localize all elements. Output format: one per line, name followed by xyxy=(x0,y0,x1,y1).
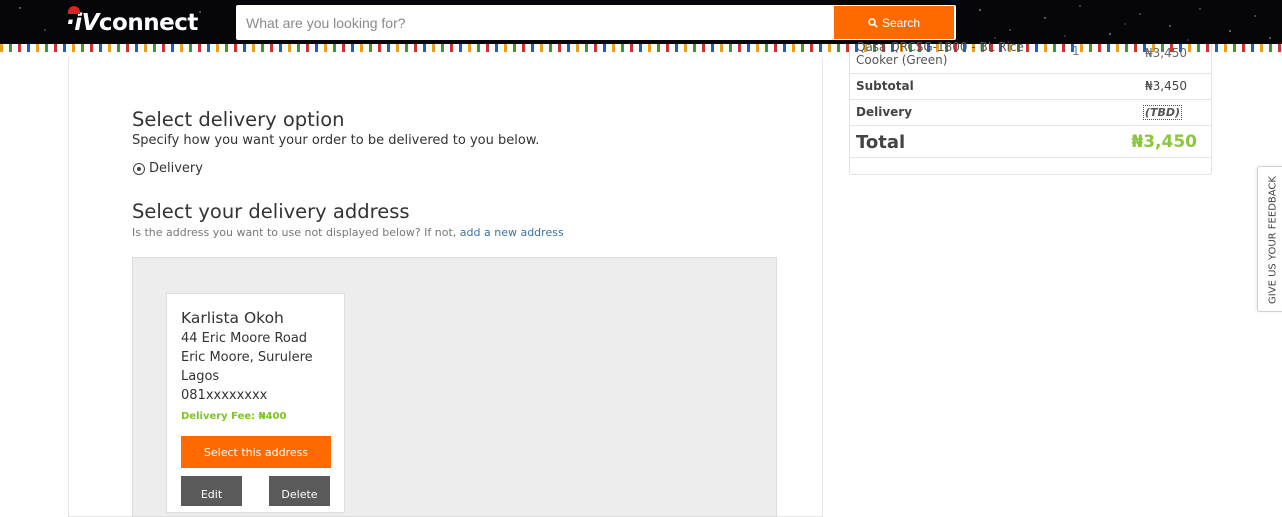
add-address-link[interactable]: add a new address xyxy=(460,226,564,239)
item-name-line-2: Cooker (Green) xyxy=(856,53,948,67)
total-value: ₦3,450 xyxy=(1131,132,1197,152)
select-address-button[interactable]: Select this address xyxy=(181,436,331,468)
delivery-option-subtitle: Specify how you want your order to be de… xyxy=(132,133,540,148)
search-button-label: Search xyxy=(881,15,921,30)
delivery-option-title: Select delivery option xyxy=(132,108,345,131)
search-icon xyxy=(868,17,878,28)
item-price: ₦3,450 xyxy=(1145,46,1187,60)
summary-item-row: Qasa QRCSG-1800 - BL Rice Cooker (Green)… xyxy=(850,40,1211,74)
logo[interactable]: ·iVconnect xyxy=(66,6,198,36)
edit-address-button[interactable]: Edit xyxy=(181,476,242,506)
delivery-cost-label: Delivery xyxy=(856,105,913,119)
address-card: Karlista Okoh 44 Eric Moore Road Eric Mo… xyxy=(166,293,345,513)
search-input[interactable] xyxy=(236,5,834,40)
feedback-tab[interactable]: GIVE US YOUR FEEDBACK xyxy=(1257,166,1282,312)
search-bar: Search xyxy=(236,5,956,40)
address-line-1: 44 Eric Moore Road xyxy=(181,331,308,346)
santa-hat-icon xyxy=(68,6,80,14)
address-name: Karlista Okoh xyxy=(181,309,284,327)
subtotal-row: Subtotal ₦3,450 xyxy=(850,74,1211,100)
delete-address-button[interactable]: Delete xyxy=(269,476,330,506)
total-label: Total xyxy=(856,132,906,153)
address-line-2: Eric Moore, Surulere xyxy=(181,350,313,365)
top-header: ·iVconnect Search xyxy=(0,0,1282,44)
address-phone: 081xxxxxxxx xyxy=(181,388,268,403)
address-line-3: Lagos xyxy=(181,369,220,384)
address-hint-text: Is the address you want to use not displ… xyxy=(132,226,457,239)
subtotal-value: ₦3,450 xyxy=(1145,79,1187,93)
delivery-fee: Delivery Fee: ₦400 xyxy=(181,411,287,422)
delivery-address-title: Select your delivery address xyxy=(132,200,410,223)
delivery-radio-label[interactable]: Delivery xyxy=(149,161,203,176)
item-quantity: 1 xyxy=(1072,44,1080,58)
delivery-cost-value: (TBD) xyxy=(1142,105,1182,120)
item-name-line-1: Qasa QRCSG-1800 - BL Rice xyxy=(856,40,1024,54)
delivery-row: Delivery (TBD) xyxy=(850,100,1211,126)
search-button[interactable]: Search xyxy=(834,6,954,39)
subtotal-label: Subtotal xyxy=(856,79,914,93)
logo-text: connect xyxy=(98,10,198,36)
delivery-radio[interactable] xyxy=(133,163,145,175)
address-hint: Is the address you want to use not displ… xyxy=(132,226,564,239)
order-summary: Qasa QRCSG-1800 - BL Rice Cooker (Green)… xyxy=(849,40,1212,175)
total-row: Total ₦3,450 xyxy=(850,126,1211,158)
feedback-label: GIVE US YOUR FEEDBACK xyxy=(1267,176,1279,304)
